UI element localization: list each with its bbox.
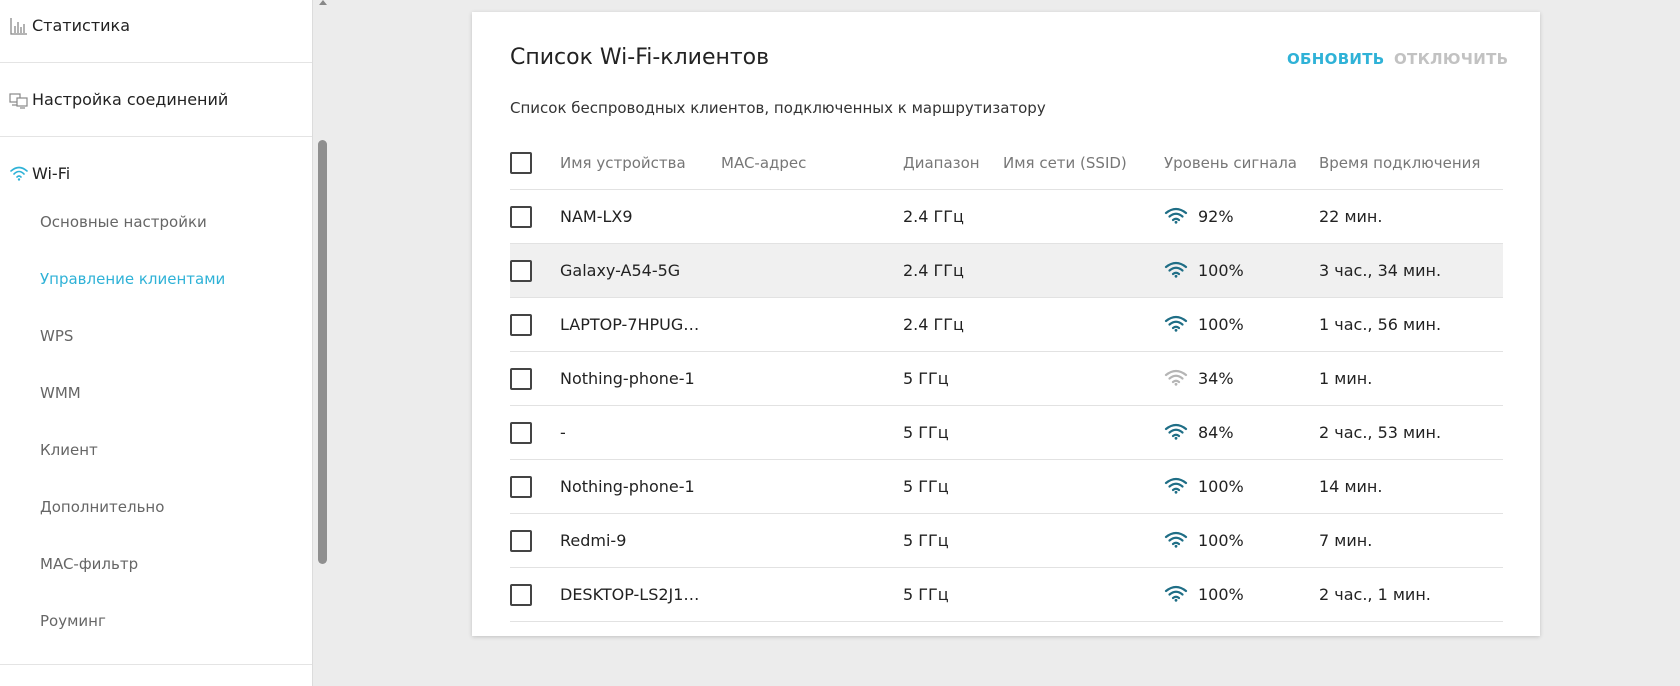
table-row[interactable]: Galaxy-A54-5G 2.4 ГГц 100% 3 час., 34 мин. bbox=[510, 244, 1503, 298]
sidebar: Статистика Настройка соединений Wi-Fi Ос… bbox=[0, 0, 313, 686]
signal-level: 100% bbox=[1164, 514, 1244, 567]
connection-time: 2 час., 1 мин. bbox=[1319, 585, 1431, 604]
device-name: Redmi-9 bbox=[560, 531, 627, 550]
column-header-ssid[interactable]: Имя сети (SSID) bbox=[1003, 136, 1127, 189]
band: 5 ГГц bbox=[903, 423, 949, 442]
signal-level: 100% bbox=[1164, 244, 1244, 297]
signal-value: 100% bbox=[1198, 477, 1244, 496]
signal-value: 100% bbox=[1198, 315, 1244, 334]
disconnect-button[interactable]: ОТКЛЮЧИТЬ bbox=[1394, 50, 1508, 68]
device-name: Nothing-phone-1 bbox=[560, 477, 695, 496]
card-subtitle: Список беспроводных клиентов, подключенн… bbox=[510, 99, 1046, 117]
connection-time: 2 час., 53 мин. bbox=[1319, 423, 1442, 442]
wifi-signal-icon bbox=[1164, 422, 1198, 444]
sidebar-subitem-client[interactable]: Клиент bbox=[40, 441, 98, 459]
connection-time: 7 мин. bbox=[1319, 531, 1373, 550]
sidebar-item-label: Настройка соединений bbox=[32, 90, 229, 109]
band: 2.4 ГГц bbox=[903, 207, 964, 226]
column-header-name[interactable]: Имя устройства bbox=[560, 136, 686, 189]
table-row[interactable]: LAPTOP-7HPUG… 2.4 ГГц 100% 1 час., 56 мин. bbox=[510, 298, 1503, 352]
table-row[interactable]: - 5 ГГц 84% 2 час., 53 мин. bbox=[510, 406, 1503, 460]
connection-time: 22 мин. bbox=[1319, 207, 1383, 226]
wifi-signal-icon bbox=[1164, 530, 1198, 552]
signal-value: 100% bbox=[1198, 585, 1244, 604]
scroll-up-arrow-icon[interactable] bbox=[319, 0, 327, 5]
table-row[interactable]: Nothing-phone-1 5 ГГц 34% 1 мин. bbox=[510, 352, 1503, 406]
sidebar-item-label: Wi-Fi bbox=[32, 163, 71, 183]
sidebar-item-connections[interactable]: Настройка соединений bbox=[0, 63, 312, 137]
row-checkbox[interactable] bbox=[510, 476, 532, 498]
wifi-signal-icon bbox=[1164, 206, 1198, 228]
wifi-signal-icon bbox=[1164, 314, 1198, 336]
sidebar-subitem-wmm[interactable]: WMM bbox=[40, 384, 81, 402]
band: 5 ГГц bbox=[903, 477, 949, 496]
table-row[interactable]: Redmi-9 5 ГГц 100% 7 мин. bbox=[510, 514, 1503, 568]
wifi-signal-icon bbox=[1164, 368, 1198, 390]
signal-level: 100% bbox=[1164, 460, 1244, 513]
column-header-signal[interactable]: Уровень сигнала bbox=[1164, 136, 1297, 189]
signal-level: 100% bbox=[1164, 568, 1244, 621]
bar-chart-icon bbox=[9, 16, 29, 36]
device-name: Galaxy-A54-5G bbox=[560, 261, 681, 280]
column-header-time[interactable]: Время подключения bbox=[1319, 136, 1480, 189]
signal-value: 84% bbox=[1198, 423, 1234, 442]
band: 5 ГГц bbox=[903, 369, 949, 388]
connection-time: 3 час., 34 мин. bbox=[1319, 261, 1442, 280]
row-checkbox[interactable] bbox=[510, 260, 532, 282]
row-checkbox[interactable] bbox=[510, 314, 532, 336]
signal-level: 100% bbox=[1164, 298, 1244, 351]
device-name: DESKTOP-LS2J1… bbox=[560, 585, 700, 604]
row-checkbox[interactable] bbox=[510, 422, 532, 444]
connection-time: 1 час., 56 мин. bbox=[1319, 315, 1442, 334]
connection-time: 14 мин. bbox=[1319, 477, 1383, 496]
signal-level: 34% bbox=[1164, 352, 1234, 405]
band: 2.4 ГГц bbox=[903, 315, 964, 334]
device-name: LAPTOP-7HPUG… bbox=[560, 315, 700, 334]
page-title: Список Wi-Fi-клиентов bbox=[510, 45, 770, 70]
column-header-band[interactable]: Диапазон bbox=[903, 136, 980, 189]
signal-value: 100% bbox=[1198, 261, 1244, 280]
sidebar-item-wifi[interactable]: Wi-Fi bbox=[0, 136, 312, 210]
sidebar-scrollbar-thumb[interactable] bbox=[318, 140, 327, 564]
signal-level: 92% bbox=[1164, 190, 1234, 243]
signal-value: 100% bbox=[1198, 531, 1244, 550]
sidebar-subitem-client-management[interactable]: Управление клиентами bbox=[40, 270, 225, 288]
row-checkbox[interactable] bbox=[510, 530, 532, 552]
wifi-icon bbox=[9, 163, 29, 183]
sidebar-item-statistics[interactable]: Статистика bbox=[0, 0, 312, 63]
signal-value: 34% bbox=[1198, 369, 1234, 388]
row-checkbox[interactable] bbox=[510, 368, 532, 390]
sidebar-subitem-mac-filter[interactable]: MAC-фильтр bbox=[40, 555, 138, 573]
table-row[interactable]: Nothing-phone-1 5 ГГц 100% 14 мин. bbox=[510, 460, 1503, 514]
divider bbox=[0, 664, 312, 665]
signal-level: 84% bbox=[1164, 406, 1234, 459]
row-checkbox[interactable] bbox=[510, 584, 532, 606]
wifi-clients-card: Список Wi-Fi-клиентов ОБНОВИТЬ ОТКЛЮЧИТЬ… bbox=[472, 12, 1540, 636]
sidebar-subitem-advanced[interactable]: Дополнительно bbox=[40, 498, 164, 516]
refresh-button[interactable]: ОБНОВИТЬ bbox=[1287, 50, 1385, 68]
sidebar-item-label: Статистика bbox=[32, 16, 130, 35]
band: 5 ГГц bbox=[903, 585, 949, 604]
device-name: NAM-LX9 bbox=[560, 207, 633, 226]
device-name: - bbox=[560, 423, 566, 442]
sidebar-subitem-wps[interactable]: WPS bbox=[40, 327, 73, 345]
select-all-checkbox[interactable] bbox=[510, 152, 532, 174]
row-checkbox[interactable] bbox=[510, 206, 532, 228]
wifi-signal-icon bbox=[1164, 584, 1198, 606]
column-header-mac[interactable]: MAC-адрес bbox=[721, 136, 806, 189]
signal-value: 92% bbox=[1198, 207, 1234, 226]
table-row[interactable]: NAM-LX9 2.4 ГГц 92% 22 мин. bbox=[510, 190, 1503, 244]
table-row[interactable]: DESKTOP-LS2J1… 5 ГГц 100% 2 час., 1 мин. bbox=[510, 568, 1503, 622]
band: 5 ГГц bbox=[903, 531, 949, 550]
connection-time: 1 мин. bbox=[1319, 369, 1373, 388]
table-header: Имя устройства MAC-адрес Диапазон Имя се… bbox=[510, 136, 1503, 190]
wifi-signal-icon bbox=[1164, 260, 1198, 282]
network-devices-icon bbox=[9, 90, 29, 110]
wifi-signal-icon bbox=[1164, 476, 1198, 498]
band: 2.4 ГГц bbox=[903, 261, 964, 280]
sidebar-subitem-roaming[interactable]: Роуминг bbox=[40, 612, 106, 630]
device-name: Nothing-phone-1 bbox=[560, 369, 695, 388]
sidebar-subitem-basic-settings[interactable]: Основные настройки bbox=[40, 213, 207, 231]
